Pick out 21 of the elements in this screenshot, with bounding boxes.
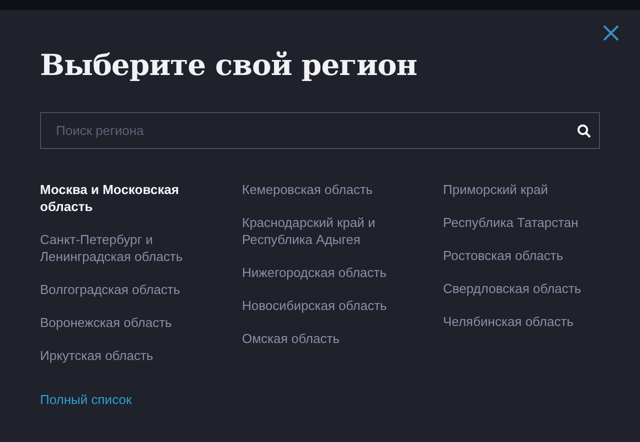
- region-link[interactable]: Ростовская область: [443, 247, 564, 264]
- region-link[interactable]: Омская область: [242, 330, 340, 347]
- region-link[interactable]: Воронежская область: [40, 314, 172, 331]
- dialog-title: Выберите свой регион: [40, 47, 418, 84]
- region-link[interactable]: Краснодарский край и Республика Адыгея: [242, 214, 412, 248]
- region-link[interactable]: Санкт-Петербург и Ленинградская область: [40, 231, 210, 265]
- region-link[interactable]: Приморский край: [443, 181, 548, 198]
- search-field[interactable]: Поиск региона: [40, 112, 600, 149]
- search-icon[interactable]: [577, 124, 591, 138]
- region-link[interactable]: Свердловская область: [443, 280, 582, 297]
- close-button[interactable]: [602, 24, 620, 42]
- region-link[interactable]: Волгоградская область: [40, 281, 180, 298]
- region-link[interactable]: Челябинская область: [443, 313, 574, 330]
- region-link[interactable]: Новосибирская область: [242, 297, 387, 314]
- region-link[interactable]: Нижегородская область: [242, 264, 387, 281]
- full-list-link[interactable]: Полный список: [40, 392, 132, 407]
- region-link[interactable]: Кемеровская область: [242, 181, 373, 198]
- region-link[interactable]: Республика Татарстан: [443, 214, 578, 231]
- close-icon: [602, 24, 620, 42]
- region-link[interactable]: Иркутская область: [40, 347, 154, 364]
- region-link[interactable]: Москва и Московская область: [40, 181, 210, 215]
